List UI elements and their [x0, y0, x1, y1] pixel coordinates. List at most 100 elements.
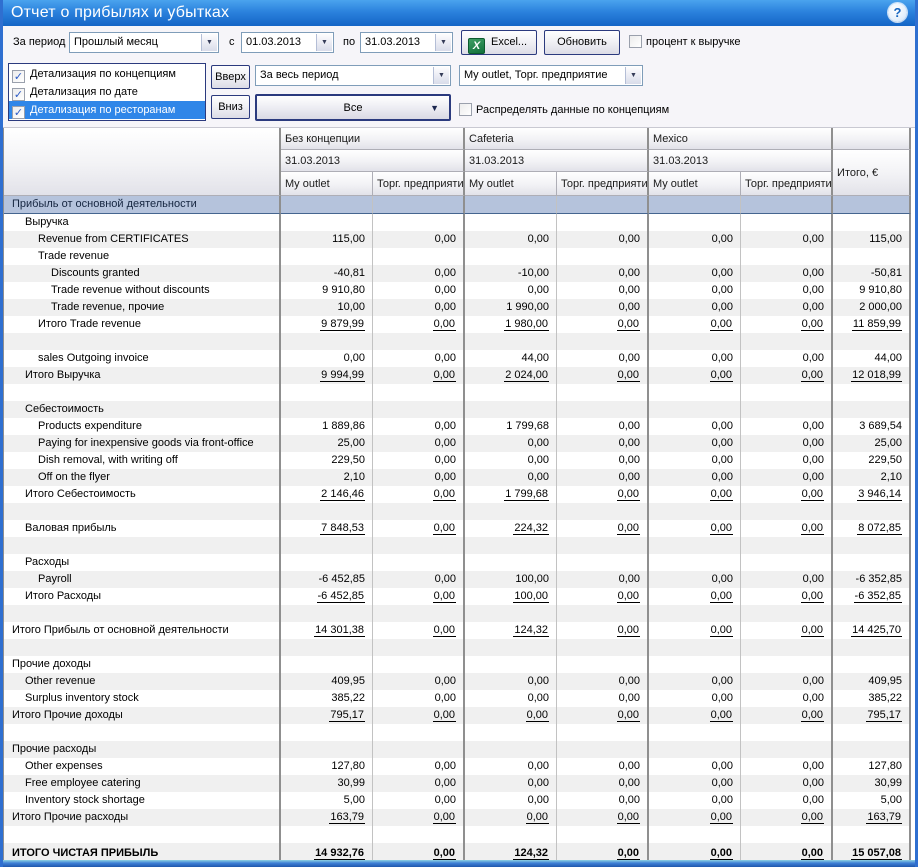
chevron-down-icon[interactable]: ▼	[435, 34, 451, 51]
detail-option-concepts[interactable]: ✓Детализация по концепциям	[9, 65, 205, 83]
table-row[interactable]: Итого Прочие расходы163,790,000,000,000,…	[4, 809, 911, 826]
chevron-down-icon[interactable]: ▼	[625, 67, 641, 84]
all-dropdown-button[interactable]: Все ▼	[255, 94, 451, 121]
table-row[interactable]: Итого Расходы-6 452,850,00100,000,000,00…	[4, 588, 911, 605]
table-row[interactable]: Other revenue409,950,000,000,000,000,004…	[4, 673, 911, 690]
outlet-column-header[interactable]: My outlet	[465, 172, 557, 196]
date-from-picker[interactable]: 01.03.2013 ▼	[241, 32, 334, 53]
cell-value	[373, 248, 465, 265]
excel-button[interactable]: XExcel...	[461, 30, 537, 55]
cell-value	[557, 503, 649, 520]
percent-checkbox[interactable]: процент к выручке	[629, 32, 741, 53]
table-row[interactable]: Surplus inventory stock385,220,000,000,0…	[4, 690, 911, 707]
row-label	[4, 333, 281, 350]
table-row[interactable]: Прибыль от основной деятельности	[4, 196, 911, 214]
cell-value: 0,00	[741, 707, 833, 724]
table-row[interactable]: Trade revenue, прочие10,000,001 990,000,…	[4, 299, 911, 316]
period-detail-select[interactable]: За весь период ▼	[255, 65, 451, 86]
table-row[interactable]: Расходы	[4, 554, 911, 571]
total-column-header[interactable]: Итого, €	[833, 150, 911, 196]
checkbox-unchecked-icon[interactable]	[629, 35, 642, 48]
date-column-header[interactable]: 31.03.2013	[281, 150, 465, 172]
table-row[interactable]: sales Outgoing invoice0,000,0044,000,000…	[4, 350, 911, 367]
chevron-down-icon[interactable]: ▼	[316, 34, 332, 51]
table-row[interactable]: Итого Прочие доходы795,170,000,000,000,0…	[4, 707, 911, 724]
detail-option-date[interactable]: ✓Детализация по дате	[9, 83, 205, 101]
cell-value: 0,00	[649, 690, 741, 707]
cell-value	[557, 537, 649, 554]
outlet-filter-select[interactable]: My outlet, Торг. предприятие ▼	[459, 65, 643, 86]
distribute-checkbox[interactable]: Распределять данные по концепциям	[459, 100, 669, 121]
checkbox-checked-icon[interactable]: ✓	[12, 88, 25, 101]
date-column-header[interactable]: 31.03.2013	[465, 150, 649, 172]
table-row[interactable]: Discounts granted-40,810,00-10,000,000,0…	[4, 265, 911, 282]
cell-value: 30,99	[281, 775, 373, 792]
table-row[interactable]: Итого Прибыль от основной деятельности14…	[4, 622, 911, 639]
table-row[interactable]: Выручка	[4, 214, 911, 231]
date-to-picker[interactable]: 31.03.2013 ▼	[360, 32, 453, 53]
table-row[interactable]: Итого Себестоимость2 146,460,001 799,680…	[4, 486, 911, 503]
cell-value: 3 946,14	[833, 486, 911, 503]
table-row[interactable]: Себестоимость	[4, 401, 911, 418]
help-icon[interactable]: ?	[888, 3, 907, 22]
table-row[interactable]: Free employee catering30,990,000,000,000…	[4, 775, 911, 792]
cell-value: 0,00	[465, 469, 557, 486]
table-row[interactable]: Прочие доходы	[4, 656, 911, 673]
cell-value: 2 024,00	[465, 367, 557, 384]
enterprise-column-header[interactable]: Торг. предприятие	[557, 172, 649, 196]
cell-value	[741, 196, 833, 214]
checkbox-checked-icon[interactable]: ✓	[12, 70, 25, 83]
table-row[interactable]: Inventory stock shortage5,000,000,000,00…	[4, 792, 911, 809]
date-column-header[interactable]: 31.03.2013	[649, 150, 833, 172]
cell-value: 0,00	[741, 486, 833, 503]
chevron-down-icon[interactable]: ▼	[433, 67, 449, 84]
table-row[interactable]: Off on the flyer2,100,000,000,000,000,00…	[4, 469, 911, 486]
period-select[interactable]: Прошлый месяц ▼	[69, 32, 219, 53]
chevron-down-icon[interactable]: ▼	[201, 34, 217, 51]
cell-value: 0,00	[373, 231, 465, 248]
detail-option-restaurants[interactable]: ✓Детализация по ресторанам	[9, 101, 205, 119]
concept-column-header[interactable]: Без концепции	[281, 128, 465, 150]
enterprise-column-header[interactable]: Торг. предприятие	[373, 172, 465, 196]
cell-value	[281, 537, 373, 554]
table-row[interactable]: Прочие расходы	[4, 741, 911, 758]
row-label: Итого Прочие доходы	[4, 707, 281, 724]
cell-value: 0,00	[649, 792, 741, 809]
refresh-button[interactable]: Обновить	[544, 30, 620, 55]
spacer-row	[4, 605, 911, 622]
cell-value	[465, 537, 557, 554]
table-row[interactable]: Валовая прибыль7 848,530,00224,320,000,0…	[4, 520, 911, 537]
move-up-button[interactable]: Вверх	[211, 65, 250, 89]
cell-value: 2,10	[281, 469, 373, 486]
cell-value	[741, 503, 833, 520]
table-row[interactable]: Итого Выручка9 994,990,002 024,000,000,0…	[4, 367, 911, 384]
table-row[interactable]: Products expenditure1 889,860,001 799,68…	[4, 418, 911, 435]
cell-value: 11 859,99	[833, 316, 911, 333]
table-row[interactable]: Payroll-6 452,850,00100,000,000,000,00-6…	[4, 571, 911, 588]
enterprise-column-header[interactable]: Торг. предприятие	[741, 172, 833, 196]
table-row[interactable]: Dish removal, with writing off229,500,00…	[4, 452, 911, 469]
cell-value	[465, 384, 557, 401]
cell-value: 0,00	[741, 520, 833, 537]
outlet-column-header[interactable]: My outlet	[281, 172, 373, 196]
table-row[interactable]: Trade revenue	[4, 248, 911, 265]
cell-value: 0,00	[557, 418, 649, 435]
checkbox-unchecked-icon[interactable]	[459, 103, 472, 116]
move-down-button[interactable]: Вниз	[211, 95, 250, 119]
cell-value	[649, 384, 741, 401]
concept-column-header[interactable]: Cafeteria	[465, 128, 649, 150]
table-row[interactable]: Other expenses127,800,000,000,000,000,00…	[4, 758, 911, 775]
table-row[interactable]: Revenue from CERTIFICATES115,000,000,000…	[4, 231, 911, 248]
cell-value: 0,00	[373, 452, 465, 469]
table-row[interactable]: Paying for inexpensive goods via front-o…	[4, 435, 911, 452]
outlet-column-header[interactable]: My outlet	[649, 172, 741, 196]
cell-value	[833, 333, 911, 350]
cell-value	[465, 333, 557, 350]
checkbox-checked-icon[interactable]: ✓	[12, 106, 25, 119]
row-label: Себестоимость	[4, 401, 281, 418]
concept-column-header[interactable]: Mexico	[649, 128, 833, 150]
table-row[interactable]: Итого Trade revenue9 879,990,001 980,000…	[4, 316, 911, 333]
cell-value	[373, 554, 465, 571]
cell-value	[281, 741, 373, 758]
table-row[interactable]: Trade revenue without discounts9 910,800…	[4, 282, 911, 299]
